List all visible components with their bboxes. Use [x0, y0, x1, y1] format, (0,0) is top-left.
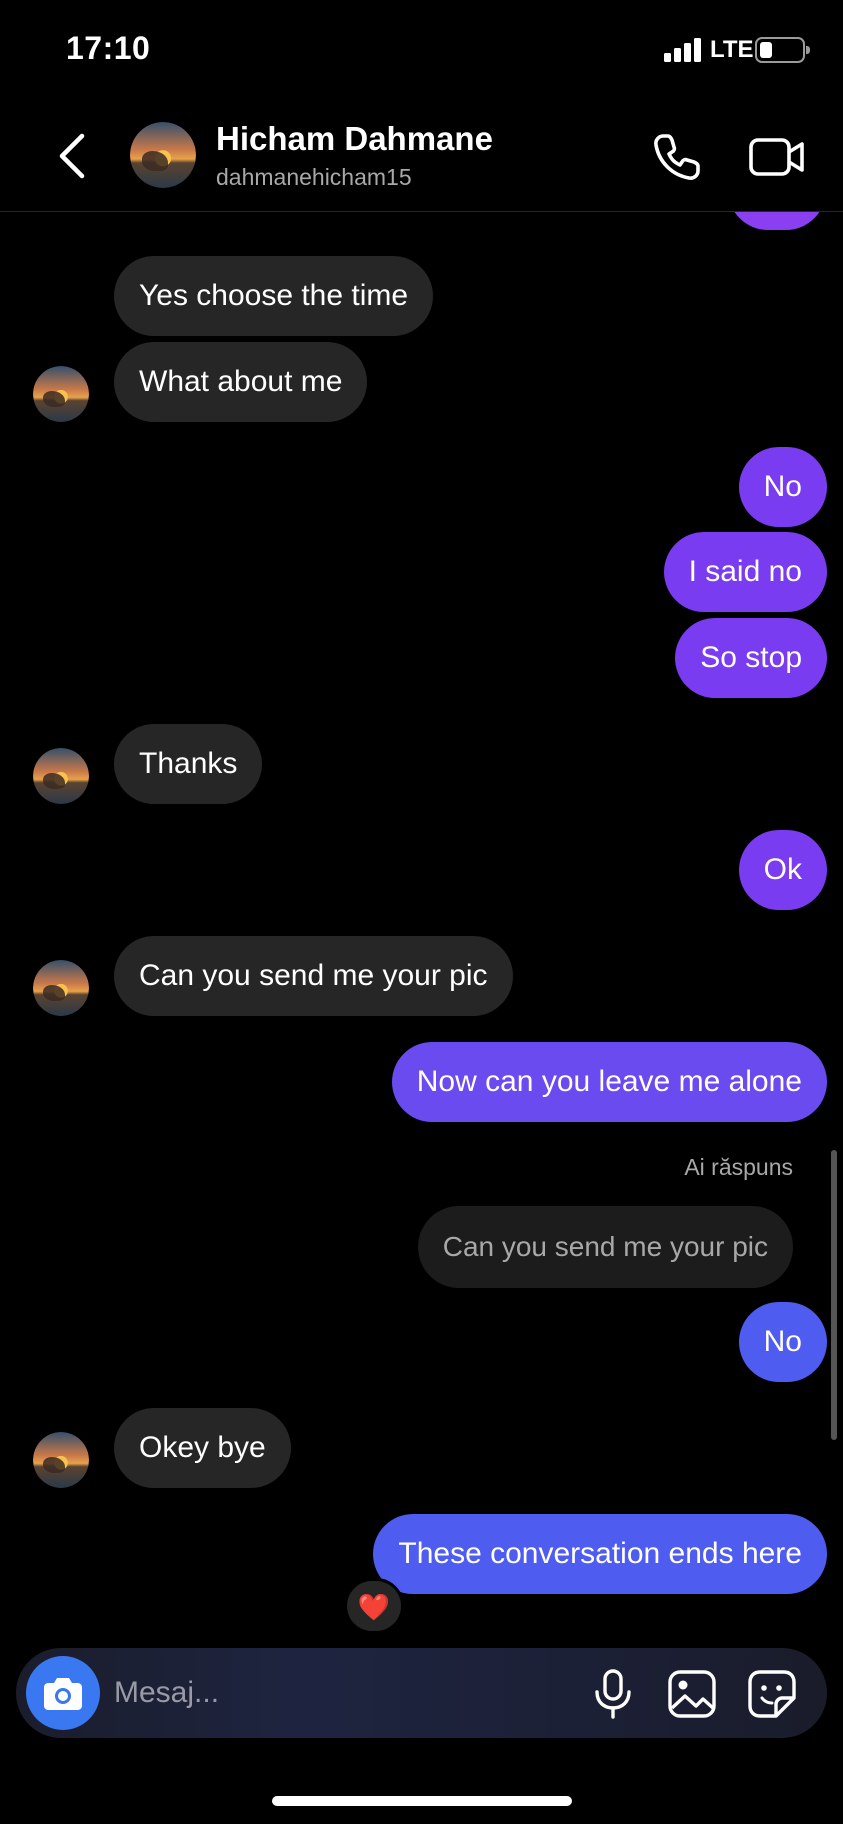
incoming-message[interactable]: Can you send me your pic — [114, 936, 513, 1016]
video-camera-icon[interactable] — [748, 130, 806, 184]
incoming-message[interactable]: Okey bye — [114, 1408, 291, 1488]
outgoing-message[interactable]: So stop — [675, 618, 827, 698]
heart-reaction[interactable]: ❤️ — [344, 1578, 404, 1634]
status-time: 17:10 — [66, 30, 151, 66]
scrollbar[interactable] — [831, 1150, 837, 1440]
home-indicator[interactable] — [272, 1796, 572, 1806]
contact-name[interactable]: Hicham Dahmane — [216, 120, 493, 158]
sender-avatar[interactable] — [33, 748, 89, 804]
outgoing-message[interactable]: Now can you leave me alone — [391, 1042, 827, 1122]
outgoing-message[interactable]: Ok — [738, 830, 827, 910]
network-label: LTE — [710, 36, 754, 63]
gallery-icon[interactable] — [666, 1668, 718, 1720]
incoming-message[interactable]: What about me — [114, 342, 368, 422]
sender-avatar[interactable] — [33, 366, 89, 422]
outgoing-message[interactable]: I said no — [663, 532, 827, 612]
camera-button[interactable] — [26, 1656, 100, 1730]
incoming-message[interactable]: Thanks — [114, 724, 263, 804]
phone-icon[interactable] — [650, 130, 704, 184]
sticker-icon[interactable] — [746, 1668, 798, 1720]
outgoing-message[interactable]: These conversation ends here — [373, 1514, 827, 1594]
microphone-icon[interactable] — [588, 1668, 638, 1720]
signal-icon — [664, 38, 701, 62]
sender-avatar[interactable] — [33, 960, 89, 1016]
quoted-message[interactable]: Can you send me your pic — [417, 1206, 793, 1288]
contact-avatar[interactable] — [130, 122, 196, 188]
outgoing-message[interactable]: No — [738, 447, 827, 527]
status-bar: 17:10 LTE — [0, 0, 843, 100]
message-input[interactable] — [114, 1668, 494, 1718]
contact-username[interactable]: dahmanehicham15 — [216, 164, 412, 191]
camera-icon — [44, 1678, 82, 1710]
sender-avatar[interactable] — [33, 1432, 89, 1488]
outgoing-message[interactable]: No — [738, 1302, 827, 1382]
battery-icon — [755, 37, 810, 63]
reply-label: Ai răspuns — [684, 1154, 793, 1180]
message-composer — [16, 1648, 827, 1738]
back-button[interactable] — [52, 128, 96, 184]
chat-header: Hicham Dahmane dahmanehicham15 — [0, 100, 843, 212]
incoming-message[interactable]: Yes choose the time — [114, 256, 434, 336]
